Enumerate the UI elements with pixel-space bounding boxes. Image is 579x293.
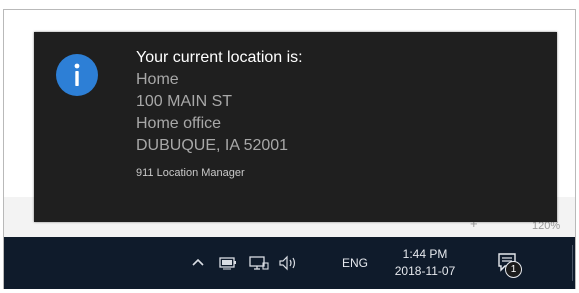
battery-icon[interactable]	[218, 255, 240, 271]
taskbar-clock[interactable]: 1:44 PM 2018-11-07	[385, 246, 465, 280]
notification-title: Your current location is:	[136, 49, 303, 66]
clock-time: 1:44 PM	[402, 247, 448, 261]
notification-body: Your current location is: Home 100 MAIN …	[136, 47, 537, 180]
location-description: Home office	[136, 115, 222, 132]
clock-date: 2018-11-07	[394, 264, 456, 278]
info-icon	[56, 54, 98, 96]
input-language-indicator[interactable]: ENG	[342, 256, 368, 270]
location-street: 100 MAIN ST	[136, 93, 233, 110]
screen: + 120% Your current location is: Home 10…	[0, 0, 579, 293]
volume-icon[interactable]	[278, 255, 300, 271]
location-name: Home	[136, 71, 179, 88]
location-notification-toast[interactable]: Your current location is: Home 100 MAIN …	[34, 32, 557, 222]
location-city-state-zip: DUBUQUE, IA 52001	[136, 137, 289, 154]
chevron-up-icon[interactable]	[190, 254, 206, 270]
action-center-icon[interactable]: 1	[496, 251, 522, 278]
taskbar: ENG 1:44 PM 2018-11-07 1	[4, 237, 575, 289]
notification-source-app: 911 Location Manager	[136, 167, 245, 179]
network-icon[interactable]	[248, 255, 270, 271]
notification-count-badge: 1	[505, 261, 522, 278]
show-desktop-divider[interactable]	[572, 245, 573, 281]
